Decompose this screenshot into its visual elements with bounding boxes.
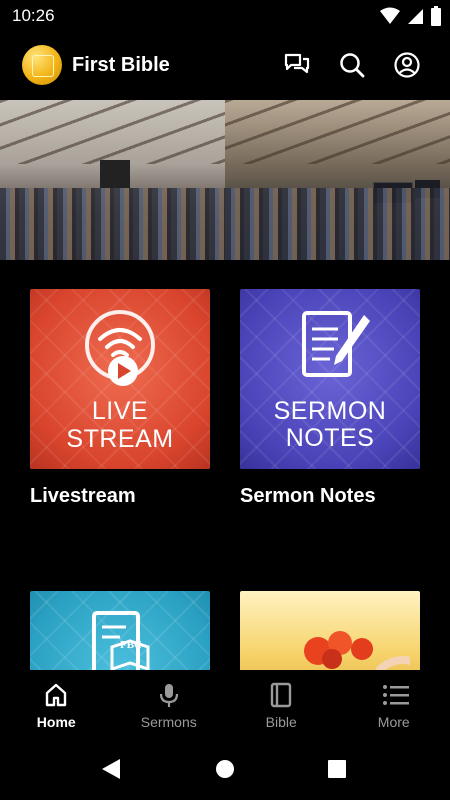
sanctuary-photo-left xyxy=(0,100,225,260)
status-icons xyxy=(380,6,442,26)
sermon-notes-card[interactable]: SERMON NOTES Sermon Notes xyxy=(240,289,420,508)
account-icon[interactable] xyxy=(392,50,422,80)
system-navigation-bar xyxy=(0,740,450,800)
book-icon xyxy=(270,682,292,708)
signal-icon xyxy=(408,9,423,24)
nav-more-label: More xyxy=(377,714,410,730)
menu-list-icon xyxy=(382,685,409,705)
sermon-notes-label: Sermon Notes xyxy=(240,485,376,507)
livestream-tile[interactable]: LIVE STREAM xyxy=(30,289,210,469)
nav-sermons-label: Sermons xyxy=(140,714,197,730)
wifi-icon xyxy=(380,7,400,24)
back-icon[interactable] xyxy=(100,758,122,780)
nav-home-label: Home xyxy=(36,714,76,730)
sanctuary-photo-right xyxy=(225,100,450,260)
bottom-navigation: Home Sermons Bible More xyxy=(0,670,450,740)
flowers-card[interactable] xyxy=(240,591,420,670)
livestream-tile-line2: STREAM xyxy=(66,425,174,453)
livestream-card[interactable]: LIVE STREAM Livestream xyxy=(30,289,210,508)
nav-bible[interactable]: Bible xyxy=(225,670,338,740)
status-bar: 10:26 xyxy=(0,0,450,32)
livestream-icon xyxy=(85,310,155,386)
battery-icon xyxy=(431,6,441,26)
poppy-flower-image xyxy=(304,631,410,670)
livestream-label: Livestream xyxy=(30,485,136,507)
nav-home[interactable]: Home xyxy=(0,670,113,740)
chat-icon[interactable] xyxy=(282,50,312,80)
home-button-icon[interactable] xyxy=(215,758,235,780)
bible-card[interactable]: FBC xyxy=(30,591,210,670)
home-icon xyxy=(45,683,67,707)
livestream-tile-line1: LIVE xyxy=(91,397,149,425)
app-header: First Bible xyxy=(0,32,450,100)
sermon-notes-tile-line1: SERMON xyxy=(273,397,387,425)
status-time: 10:26 xyxy=(12,6,55,25)
sermon-notes-tile[interactable]: SERMON NOTES xyxy=(240,289,420,469)
recents-icon[interactable] xyxy=(327,758,347,780)
bible-tile[interactable]: FBC xyxy=(30,591,210,670)
nav-sermons[interactable]: Sermons xyxy=(113,670,226,740)
notes-icon xyxy=(302,311,370,377)
flowers-tile[interactable] xyxy=(240,591,420,670)
fbc-badge: FBC xyxy=(120,639,142,651)
search-icon[interactable] xyxy=(337,50,367,80)
church-logo[interactable] xyxy=(22,45,62,85)
page-title: First Bible xyxy=(72,54,170,76)
nav-bible-label: Bible xyxy=(265,714,297,730)
microphone-icon xyxy=(159,684,178,707)
hero-banner[interactable] xyxy=(0,100,450,260)
sermon-notes-tile-line2: NOTES xyxy=(285,424,375,452)
nav-more[interactable]: More xyxy=(338,670,450,740)
